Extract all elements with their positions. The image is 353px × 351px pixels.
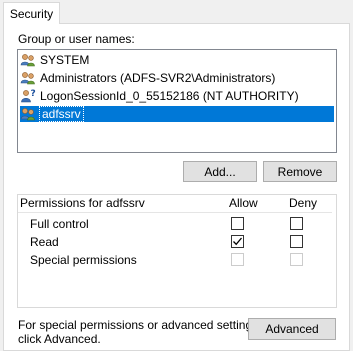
deny-read-checkbox[interactable]	[290, 235, 303, 248]
users-group-icon	[20, 72, 35, 85]
deny-header: Deny	[289, 196, 318, 210]
list-item-label: Administrators (ADFS-SVR2\Administrators…	[40, 71, 276, 85]
advanced-hint-line2: click Advanced.	[18, 332, 101, 346]
group-user-list[interactable]: SYSTEM Administrators (ADFS-SVR2\Adminis…	[17, 49, 337, 153]
list-item-label: SYSTEM	[40, 53, 90, 67]
list-item-label: LogonSessionId_0_55152186 (NT AUTHORITY)	[40, 89, 299, 103]
allow-read-checkbox[interactable]	[231, 235, 244, 248]
list-item-logon-session[interactable]: ? LogonSessionId_0_55152186 (NT AUTHORIT…	[20, 88, 334, 104]
permissions-header: Permissions for adfssrv Allow Deny	[18, 195, 336, 213]
list-item-label: adfssrv	[39, 106, 84, 122]
unknown-user-icon: ?	[21, 89, 36, 103]
permission-row-special: Special permissions	[30, 253, 137, 267]
permissions-title: Permissions for adfssrv	[20, 196, 145, 210]
deny-full-control-checkbox[interactable]	[290, 217, 303, 230]
advanced-button[interactable]: Advanced	[248, 318, 336, 340]
list-item-adfssrv[interactable]: adfssrv	[20, 106, 334, 122]
users-group-icon	[20, 54, 35, 67]
group-list-label: Group or user names:	[18, 32, 135, 46]
permission-row-full-control: Full control	[30, 217, 89, 231]
add-button-label: Add...	[204, 164, 236, 179]
allow-special-checkbox	[231, 253, 244, 266]
list-item-system[interactable]: SYSTEM	[20, 52, 334, 68]
checkmark-icon	[233, 237, 242, 246]
advanced-button-label: Advanced	[265, 322, 319, 336]
allow-full-control-checkbox[interactable]	[231, 217, 244, 230]
add-button[interactable]: Add...	[183, 161, 257, 182]
advanced-hint: For special permissions or advanced sett…	[18, 318, 261, 346]
advanced-hint-line1: For special permissions or advanced sett…	[18, 318, 262, 332]
svg-text:?: ?	[31, 89, 36, 99]
deny-special-checkbox	[290, 253, 303, 266]
remove-button-label: Remove	[277, 164, 323, 179]
allow-header: Allow	[229, 196, 258, 210]
permission-row-read: Read	[30, 235, 59, 249]
list-item-administrators[interactable]: Administrators (ADFS-SVR2\Administrators…	[20, 70, 334, 86]
users-group-icon	[20, 108, 35, 121]
permissions-list: Permissions for adfssrv Allow Deny Full …	[17, 194, 337, 308]
tab-security[interactable]: Security	[3, 2, 60, 24]
permissions-scrollbar[interactable]	[332, 212, 336, 307]
remove-button[interactable]: Remove	[263, 161, 337, 182]
tab-security-label: Security	[9, 6, 54, 21]
